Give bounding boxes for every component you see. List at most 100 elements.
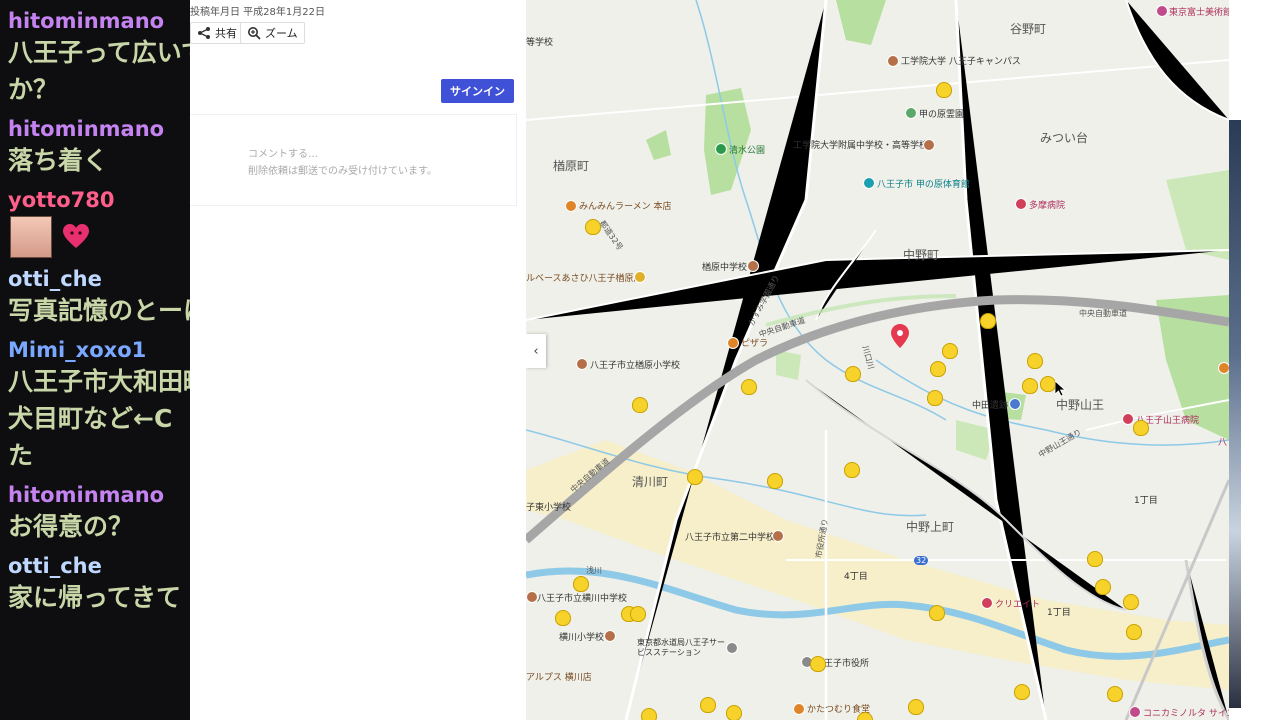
- poi-es[interactable]: 子東小学校: [526, 500, 571, 513]
- museum-icon: [1156, 5, 1168, 17]
- post-panel: 投稿年月日 平成28年1月22日 共有 ズーム サインイン コメントする… 削除…: [190, 0, 526, 720]
- poi-daini-jhs[interactable]: 八王子市立第二中学校: [685, 530, 775, 543]
- poi-alps[interactable]: アルプス 横川店: [526, 670, 592, 683]
- poi-konica[interactable]: コニカミノルタ サイエンス: [1143, 706, 1229, 719]
- pokemon-marker-icon[interactable]: [980, 313, 996, 329]
- area-label: 4丁目: [844, 572, 868, 582]
- pokemon-marker-icon[interactable]: [741, 379, 757, 395]
- zoom-button[interactable]: ズーム: [240, 22, 305, 44]
- river-label: 浅川: [586, 566, 602, 575]
- chat-username[interactable]: hitominmano: [8, 482, 190, 508]
- pokemon-marker-icon[interactable]: [555, 610, 571, 626]
- poi-fuji-museum[interactable]: 東京富士美術館: [1169, 5, 1229, 18]
- pokemon-marker-icon[interactable]: [1027, 353, 1043, 369]
- pokemon-marker-icon[interactable]: [1095, 579, 1111, 595]
- poi-gym[interactable]: 八王子市 甲の原体育館: [877, 177, 970, 190]
- pokemon-marker-icon[interactable]: [726, 705, 742, 720]
- school-icon: [576, 358, 588, 370]
- area-label: 中野上町: [906, 520, 955, 534]
- pokemon-marker-icon[interactable]: [942, 343, 958, 359]
- poi-park[interactable]: 清水公園: [729, 143, 765, 156]
- poi-kogakuin[interactable]: 工学院大学 八王子キャンパス: [901, 54, 1021, 67]
- pokemon-marker-icon[interactable]: [844, 462, 860, 478]
- poi-yokokawa-jhs[interactable]: 八王子市立横川中学校: [537, 591, 627, 604]
- school-icon: [604, 630, 616, 642]
- school-icon: [747, 260, 759, 272]
- chat-message: yotto780: [8, 187, 190, 258]
- pokemon-marker-icon[interactable]: [641, 708, 657, 720]
- poi-jhs[interactable]: 楢原中学校: [702, 260, 747, 273]
- cemetery-icon: [905, 107, 917, 119]
- pokemon-marker-icon[interactable]: [1133, 420, 1149, 436]
- poi-kogakuin-hs[interactable]: 工学院大学附属中学校・高等学校: [793, 138, 928, 151]
- pokemon-marker-icon[interactable]: [1022, 378, 1038, 394]
- chat-text: 写真記憶のとーにかく: [8, 296, 190, 325]
- comment-input[interactable]: コメントする…: [248, 145, 318, 160]
- chat-username[interactable]: Mimi_xoxo1: [8, 337, 190, 363]
- pokemon-marker-icon[interactable]: [632, 397, 648, 413]
- pokemon-marker-icon[interactable]: [1123, 594, 1139, 610]
- chat-message: otti_che 家に帰ってきて: [8, 553, 190, 616]
- pokemon-marker-icon[interactable]: [1087, 551, 1103, 567]
- pokemon-marker-icon[interactable]: [585, 219, 601, 235]
- bowling-icon: [634, 271, 646, 283]
- face-emote-icon: [10, 216, 52, 258]
- comment-box[interactable]: コメントする… 削除依頼は郵送でのみ受け付けています。: [190, 114, 517, 206]
- restaurant-icon: [793, 703, 805, 715]
- pokemon-marker-icon[interactable]: [810, 656, 826, 672]
- chat-panel: hitominmano 八王子って広いですか？ hitominmano 落ち着く yot…: [0, 0, 190, 720]
- pokemon-marker-icon[interactable]: [908, 699, 924, 715]
- landmark-icon: [1009, 398, 1021, 410]
- signin-button[interactable]: サインイン: [441, 79, 514, 103]
- pokemon-marker-icon[interactable]: [845, 366, 861, 382]
- chat-text: 落ち着く: [8, 146, 109, 175]
- chat-text: た: [8, 441, 34, 470]
- restaurant-icon: [1218, 362, 1229, 374]
- pokemon-marker-icon[interactable]: [767, 473, 783, 489]
- school-icon: [772, 530, 784, 542]
- chat-username[interactable]: yotto780: [8, 187, 190, 213]
- pokemon-marker-icon[interactable]: [1126, 624, 1142, 640]
- pokemon-marker-icon[interactable]: [1107, 686, 1123, 702]
- poi-water-station[interactable]: 東京都水道局八王子サービスステーション: [637, 638, 727, 658]
- chat-username[interactable]: otti_che: [8, 553, 190, 579]
- share-icon: [198, 27, 210, 39]
- chat-message: Mimi_xoxo1 八王子市大和田町 犬目町など←C た: [8, 337, 190, 474]
- school-icon: [887, 55, 899, 67]
- hospital-icon: [1122, 413, 1134, 425]
- pokemon-marker-icon[interactable]: [930, 361, 946, 377]
- route-shield: 32: [914, 556, 929, 565]
- pokemon-marker-icon[interactable]: [927, 390, 943, 406]
- chat-text: 八王子って広いです: [8, 38, 190, 67]
- pokemon-marker-icon[interactable]: [573, 576, 589, 592]
- poi-ramen[interactable]: みんみんラーメン 本店: [579, 199, 672, 212]
- chat-username[interactable]: hitominmano: [8, 8, 190, 34]
- chat-username[interactable]: otti_che: [8, 266, 190, 292]
- pokemon-marker-icon[interactable]: [1014, 684, 1030, 700]
- share-label: 共有: [215, 27, 237, 40]
- location-pin-icon[interactable]: [891, 324, 909, 348]
- poi-create[interactable]: クリエイト: [995, 597, 1040, 610]
- poi-hospital[interactable]: 多摩病院: [1029, 198, 1065, 211]
- pokemon-marker-icon[interactable]: [936, 82, 952, 98]
- hospital-icon: [1015, 198, 1027, 210]
- pokemon-marker-icon[interactable]: [687, 469, 703, 485]
- pokemon-marker-icon[interactable]: [700, 697, 716, 713]
- pokemon-marker-icon[interactable]: [929, 605, 945, 621]
- poi-school[interactable]: 等学校: [526, 35, 553, 48]
- poi-ha: 八: [1218, 438, 1228, 448]
- collapse-panel-button[interactable]: ‹: [526, 334, 546, 368]
- poi-narahara-es[interactable]: 八王子市立楢原小学校: [590, 358, 680, 371]
- mouse-cursor-icon: [1055, 381, 1067, 397]
- poi-nakata[interactable]: 中田遺跡: [972, 398, 1008, 411]
- pokemon-marker-icon[interactable]: [630, 606, 646, 622]
- poi-yokokawa-es[interactable]: 横川小学校: [559, 630, 604, 643]
- chat-text: か？: [8, 75, 59, 104]
- share-button[interactable]: 共有: [190, 22, 244, 44]
- poi-cemetery[interactable]: 甲の原霊園: [919, 107, 964, 120]
- school-icon: [923, 139, 935, 151]
- chat-username[interactable]: hitominmano: [8, 116, 190, 142]
- map-view[interactable]: 谷野町 楢原町 中野町 みつい台 清川町 中野山王 中野上町 1丁目 4丁目 1…: [526, 0, 1229, 720]
- pokemon-marker-icon[interactable]: [1040, 376, 1056, 392]
- poi-bowling[interactable]: ルベースあさひ八王子楢原店: [526, 271, 643, 284]
